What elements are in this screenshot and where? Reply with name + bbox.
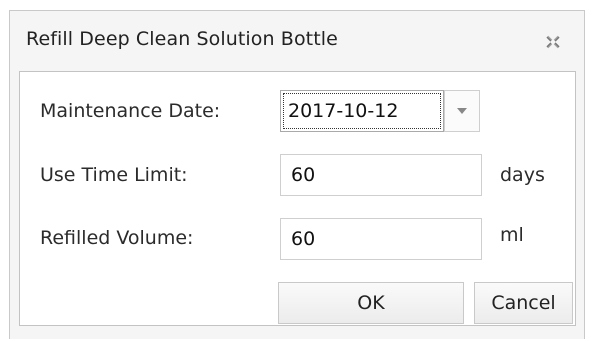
chevron-down-icon [457,108,467,114]
maintenance-date-field[interactable]: 2017-10-12 [280,90,444,132]
close-button[interactable] [542,31,564,53]
ok-button[interactable]: OK [278,282,464,324]
refill-dialog: Refill Deep Clean Solution Bottle Mainte… [9,10,585,339]
use-time-limit-label: Use Time Limit: [40,164,188,186]
dialog-title: Refill Deep Clean Solution Bottle [26,28,338,50]
dialog-content: Maintenance Date: 2017-10-12 Use Time Li… [19,71,576,326]
maintenance-date-value: 2017-10-12 [288,100,399,122]
refilled-volume-input[interactable] [280,218,482,260]
refilled-volume-unit: ml [500,224,524,246]
maintenance-date-label: Maintenance Date: [40,100,221,122]
date-dropdown-button[interactable] [444,90,480,132]
use-time-limit-input[interactable] [280,154,482,196]
use-time-limit-unit: days [500,164,545,186]
close-icon [546,35,560,49]
cancel-button[interactable]: Cancel [474,282,573,324]
dialog-titlebar[interactable]: Refill Deep Clean Solution Bottle [10,11,584,73]
refilled-volume-label: Refilled Volume: [40,227,194,249]
